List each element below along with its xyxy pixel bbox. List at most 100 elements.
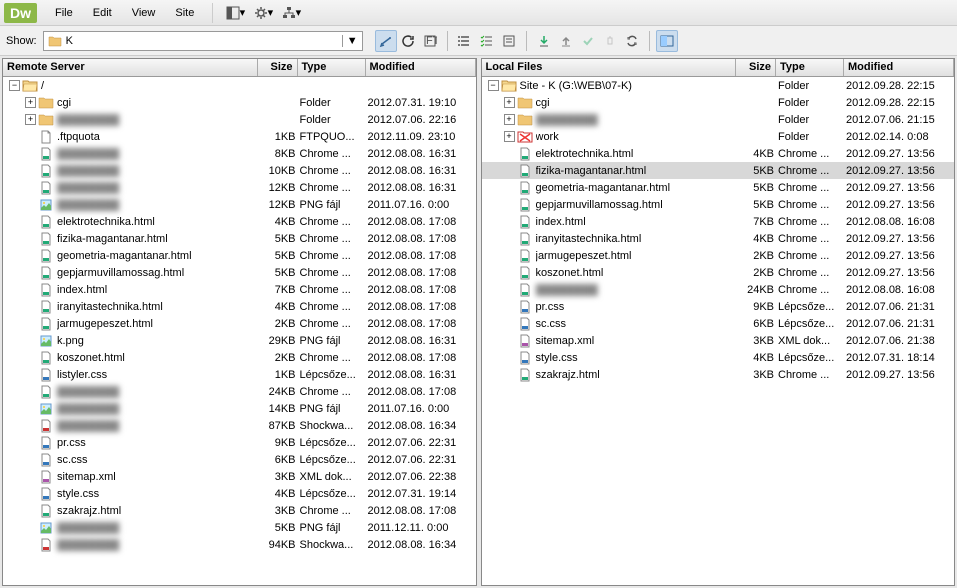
file-type: Lépcsőze... bbox=[298, 437, 366, 449]
file-row[interactable]: geometria-magantanar.html5KBChrome ...20… bbox=[3, 247, 476, 264]
menu-view[interactable]: View bbox=[122, 3, 166, 23]
file-row[interactable]: +cgiFolder2012.09.28. 22:15 bbox=[482, 94, 955, 111]
file-row[interactable]: listyler.css1KBLépcsőze...2012.08.08. 16… bbox=[3, 366, 476, 383]
file-size: 7KB bbox=[736, 216, 776, 228]
file-row[interactable]: koszonet.html2KBChrome ...2012.09.27. 13… bbox=[482, 264, 955, 281]
expander-icon[interactable]: − bbox=[9, 80, 20, 91]
file-row[interactable]: sc.css6KBLépcsőze...2012.07.06. 22:31 bbox=[3, 451, 476, 468]
view-list-icon[interactable] bbox=[454, 30, 476, 52]
file-row[interactable]: ████████12KBChrome ...2012.08.08. 16:31 bbox=[3, 179, 476, 196]
col-size[interactable]: Size bbox=[736, 59, 776, 76]
folder-red-icon bbox=[517, 130, 533, 144]
checkin-icon[interactable] bbox=[599, 30, 621, 52]
menu-site[interactable]: Site bbox=[165, 3, 204, 23]
col-mod[interactable]: Modified bbox=[366, 59, 476, 76]
connect-icon[interactable] bbox=[375, 30, 397, 52]
file-row[interactable]: koszonet.html2KBChrome ...2012.08.08. 17… bbox=[3, 349, 476, 366]
file-name: gepjarmuvillamossag.html bbox=[57, 267, 258, 279]
file-row[interactable]: ████████10KBChrome ...2012.08.08. 16:31 bbox=[3, 162, 476, 179]
expander-icon[interactable]: + bbox=[25, 97, 36, 108]
ftp-log-icon[interactable]: FTP bbox=[419, 30, 441, 52]
menu-file[interactable]: File bbox=[45, 3, 83, 23]
html-icon bbox=[38, 249, 54, 263]
local-header: Local Files Size Type Modified bbox=[482, 59, 955, 77]
file-row[interactable]: index.html7KBChrome ...2012.08.08. 16:08 bbox=[482, 213, 955, 230]
expand-panel-icon[interactable] bbox=[656, 30, 678, 52]
gear-icon[interactable]: ▾ bbox=[253, 3, 273, 23]
file-row[interactable]: gepjarmuvillamossag.html5KBChrome ...201… bbox=[3, 264, 476, 281]
file-row[interactable]: k.png29KBPNG fájl2012.08.08. 16:31 bbox=[3, 332, 476, 349]
expander-icon[interactable]: + bbox=[504, 97, 515, 108]
file-row[interactable]: ████████12KBPNG fájl2011.07.16. 0:00 bbox=[3, 196, 476, 213]
menu-edit[interactable]: Edit bbox=[83, 3, 122, 23]
html-icon bbox=[517, 283, 533, 297]
file-row[interactable]: szakrajz.html3KBChrome ...2012.09.27. 13… bbox=[482, 366, 955, 383]
css-icon bbox=[38, 487, 54, 501]
file-row[interactable]: sitemap.xml3KBXML dok...2012.07.06. 22:3… bbox=[3, 468, 476, 485]
file-row[interactable]: style.css4KBLépcsőze...2012.07.31. 19:14 bbox=[3, 485, 476, 502]
root-row[interactable]: −Site - K (G:\WEB\07-K)Folder2012.09.28.… bbox=[482, 77, 955, 94]
file-type: Chrome ... bbox=[298, 233, 366, 245]
file-row[interactable]: .ftpquota1KBFTPQUO...2012.11.09. 23:10 bbox=[3, 128, 476, 145]
file-row[interactable]: index.html7KBChrome ...2012.08.08. 17:08 bbox=[3, 281, 476, 298]
file-row[interactable]: style.css4KBLépcsőze...2012.07.31. 18:14 bbox=[482, 349, 955, 366]
col-size[interactable]: Size bbox=[258, 59, 298, 76]
layout-icon[interactable]: ▾ bbox=[225, 3, 245, 23]
col-type[interactable]: Type bbox=[776, 59, 844, 76]
col-name[interactable]: Remote Server bbox=[3, 59, 258, 76]
file-row[interactable]: +████████Folder2012.07.06. 21:15 bbox=[482, 111, 955, 128]
file-name: ████████ bbox=[57, 182, 258, 194]
file-row[interactable]: fizika-magantanar.html5KBChrome ...2012.… bbox=[3, 230, 476, 247]
sitemap-icon[interactable]: ▾ bbox=[281, 3, 301, 23]
view-report-icon[interactable] bbox=[498, 30, 520, 52]
checkout-icon[interactable] bbox=[577, 30, 599, 52]
file-type: Lépcsőze... bbox=[776, 301, 844, 313]
file-row[interactable]: sitemap.xml3KBXML dok...2012.07.06. 21:3… bbox=[482, 332, 955, 349]
expander-icon[interactable]: + bbox=[504, 131, 515, 142]
file-row[interactable]: +████████Folder2012.07.06. 22:16 bbox=[3, 111, 476, 128]
expander-icon[interactable]: + bbox=[504, 114, 515, 125]
file-row[interactable]: fizika-magantanar.html5KBChrome ...2012.… bbox=[482, 162, 955, 179]
root-name: Site - K (G:\WEB\07-K) bbox=[520, 80, 737, 92]
dropdown-arrow-icon[interactable]: ▼ bbox=[342, 35, 358, 47]
file-row[interactable]: ████████8KBChrome ...2012.08.08. 16:31 bbox=[3, 145, 476, 162]
file-row[interactable]: pr.css9KBLépcsőze...2012.07.06. 22:31 bbox=[3, 434, 476, 451]
file-type: Chrome ... bbox=[776, 250, 844, 262]
expander-icon[interactable]: − bbox=[488, 80, 499, 91]
file-row[interactable]: ████████5KBPNG fájl2011.12.11. 0:00 bbox=[3, 519, 476, 536]
remote-file-list[interactable]: −/+cgiFolder2012.07.31. 19:10+████████Fo… bbox=[3, 77, 476, 585]
file-row[interactable]: ████████94KBShockwa...2012.08.08. 16:34 bbox=[3, 536, 476, 553]
file-row[interactable]: szakrajz.html3KBChrome ...2012.08.08. 17… bbox=[3, 502, 476, 519]
file-row[interactable]: iranyitastechnika.html4KBChrome ...2012.… bbox=[3, 298, 476, 315]
file-row[interactable]: ████████14KBPNG fájl2011.07.16. 0:00 bbox=[3, 400, 476, 417]
file-row[interactable]: sc.css6KBLépcsőze...2012.07.06. 21:31 bbox=[482, 315, 955, 332]
col-name[interactable]: Local Files bbox=[482, 59, 737, 76]
file-row[interactable]: +workFolder2012.02.14. 0:08 bbox=[482, 128, 955, 145]
file-name: pr.css bbox=[57, 437, 258, 449]
file-row[interactable]: iranyitastechnika.html4KBChrome ...2012.… bbox=[482, 230, 955, 247]
file-row[interactable]: jarmugepeszet.html2KBChrome ...2012.09.2… bbox=[482, 247, 955, 264]
file-row[interactable]: elektrotechnika.html4KBChrome ...2012.09… bbox=[482, 145, 955, 162]
local-file-list[interactable]: −Site - K (G:\WEB\07-K)Folder2012.09.28.… bbox=[482, 77, 955, 585]
root-row[interactable]: −/ bbox=[3, 77, 476, 94]
site-selector[interactable]: K ▼ bbox=[43, 31, 363, 51]
file-size: 5KB bbox=[258, 233, 298, 245]
expander-icon[interactable]: + bbox=[25, 114, 36, 125]
file-row[interactable]: ████████24KBChrome ...2012.08.08. 17:08 bbox=[3, 383, 476, 400]
col-mod[interactable]: Modified bbox=[844, 59, 954, 76]
file-row[interactable]: geometria-magantanar.html5KBChrome ...20… bbox=[482, 179, 955, 196]
sync-icon[interactable] bbox=[621, 30, 643, 52]
file-row[interactable]: elektrotechnika.html4KBChrome ...2012.08… bbox=[3, 213, 476, 230]
get-icon[interactable] bbox=[533, 30, 555, 52]
file-row[interactable]: gepjarmuvillamossag.html5KBChrome ...201… bbox=[482, 196, 955, 213]
file-row[interactable]: jarmugepeszet.html2KBChrome ...2012.08.0… bbox=[3, 315, 476, 332]
file-row[interactable]: +cgiFolder2012.07.31. 19:10 bbox=[3, 94, 476, 111]
file-row[interactable]: pr.css9KBLépcsőze...2012.07.06. 21:31 bbox=[482, 298, 955, 315]
col-type[interactable]: Type bbox=[298, 59, 366, 76]
file-name: sc.css bbox=[57, 454, 258, 466]
view-checklist-icon[interactable] bbox=[476, 30, 498, 52]
file-row[interactable]: ████████87KBShockwa...2012.08.08. 16:34 bbox=[3, 417, 476, 434]
file-row[interactable]: ████████24KBChrome ...2012.08.08. 16:08 bbox=[482, 281, 955, 298]
refresh-icon[interactable] bbox=[397, 30, 419, 52]
put-icon[interactable] bbox=[555, 30, 577, 52]
